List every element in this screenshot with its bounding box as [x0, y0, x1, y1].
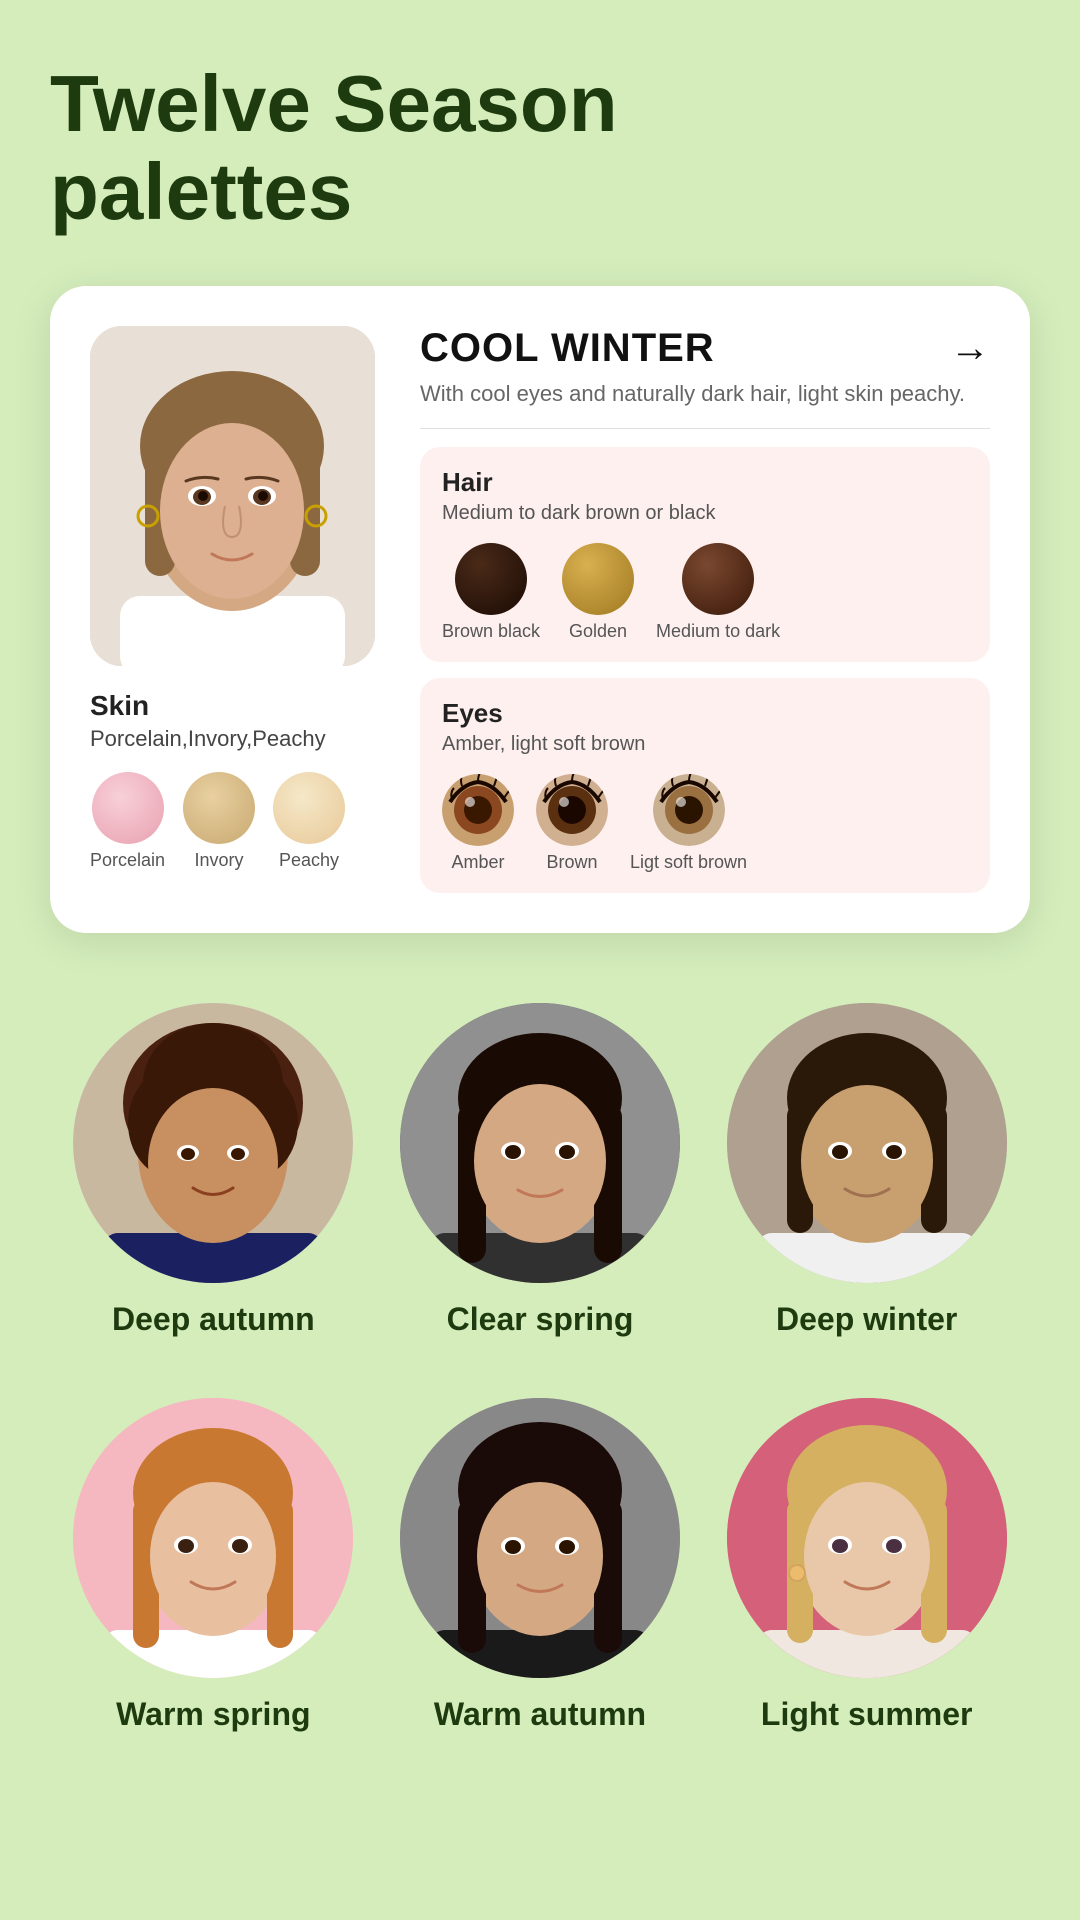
- hair-circle-brownblack: [455, 543, 527, 615]
- portrait-circle-warm-spring: [73, 1398, 353, 1678]
- hair-name-brownblack: Brown black: [442, 621, 540, 642]
- swatch-invory: Invory: [183, 772, 255, 871]
- hair-swatch-brownblack: Brown black: [442, 543, 540, 642]
- eyes-title: Eyes: [442, 698, 968, 729]
- portraits-row-1: Deep autumn: [50, 1003, 1030, 1338]
- eyes-attribute-card: Eyes Amber, light soft brown: [420, 678, 990, 893]
- card-right: COOL WINTER → With cool eyes and natural…: [420, 326, 990, 893]
- eye-circle-brown: [536, 774, 608, 846]
- hair-swatch-golden: Golden: [562, 543, 634, 642]
- portrait-warm-autumn[interactable]: Warm autumn: [377, 1398, 704, 1733]
- portrait-circle-light-summer: [727, 1398, 1007, 1678]
- eyes-subtitle: Amber, light soft brown: [442, 733, 968, 756]
- hair-attribute-card: Hair Medium to dark brown or black Brown…: [420, 447, 990, 662]
- portrait-light-summer[interactable]: Light summer: [703, 1398, 1030, 1733]
- season-card: Skin Porcelain,Invory,Peachy Porcelain I…: [50, 286, 1030, 933]
- swatch-circle-porcelain: [92, 772, 164, 844]
- skin-label: Skin: [90, 690, 149, 722]
- person-photo: [90, 326, 375, 666]
- portraits-row-2: Warm spring: [50, 1398, 1030, 1733]
- eye-swatch-lightbrown: Ligt soft brown: [630, 774, 747, 873]
- swatch-circle-peachy: [273, 772, 345, 844]
- portrait-clear-spring[interactable]: Clear spring: [377, 1003, 704, 1338]
- portrait-circle-warm-autumn: [400, 1398, 680, 1678]
- card-header: COOL WINTER →: [420, 326, 990, 371]
- eye-name-amber: Amber: [451, 852, 504, 873]
- eye-circle-amber: [442, 774, 514, 846]
- portrait-label-light-summer: Light summer: [761, 1696, 973, 1733]
- hair-name-golden: Golden: [569, 621, 627, 642]
- portrait-circle-clear-spring: [400, 1003, 680, 1283]
- swatch-peachy: Peachy: [273, 772, 345, 871]
- portrait-label-warm-spring: Warm spring: [116, 1696, 310, 1733]
- portrait-label-deep-winter: Deep winter: [776, 1301, 957, 1338]
- hair-swatches: Brown black Golden Medium to dark: [442, 543, 968, 642]
- arrow-icon[interactable]: →: [950, 326, 990, 371]
- portrait-deep-winter[interactable]: Deep winter: [703, 1003, 1030, 1338]
- portrait-label-clear-spring: Clear spring: [447, 1301, 634, 1338]
- portrait-deep-autumn[interactable]: Deep autumn: [50, 1003, 377, 1338]
- season-desc: With cool eyes and naturally dark hair, …: [420, 379, 990, 410]
- hair-title: Hair: [442, 467, 968, 498]
- hair-name-medium: Medium to dark: [656, 621, 780, 642]
- swatch-name-invory: Invory: [195, 850, 244, 871]
- hair-subtitle: Medium to dark brown or black: [442, 502, 968, 525]
- swatch-name-porcelain: Porcelain: [90, 850, 165, 871]
- portrait-label-warm-autumn: Warm autumn: [434, 1696, 646, 1733]
- hair-circle-golden: [562, 543, 634, 615]
- skin-swatches: Porcelain Invory Peachy: [90, 772, 345, 871]
- divider: [420, 428, 990, 429]
- eye-circle-lightbrown: [653, 774, 725, 846]
- card-left: Skin Porcelain,Invory,Peachy Porcelain I…: [90, 326, 390, 893]
- page-title: Twelve Season palettes: [50, 60, 1030, 236]
- portrait-circle-deep-winter: [727, 1003, 1007, 1283]
- swatch-name-peachy: Peachy: [279, 850, 339, 871]
- eye-name-brown: Brown: [546, 852, 597, 873]
- season-title: COOL WINTER: [420, 326, 715, 371]
- eye-name-lightbrown: Ligt soft brown: [630, 852, 747, 873]
- portrait-circle-deep-autumn: [73, 1003, 353, 1283]
- hair-swatch-medium: Medium to dark: [656, 543, 780, 642]
- hair-circle-medium: [682, 543, 754, 615]
- person-photo-svg: [90, 326, 375, 666]
- eye-swatch-brown: Brown: [536, 774, 608, 873]
- swatch-circle-invory: [183, 772, 255, 844]
- portrait-label-deep-autumn: Deep autumn: [112, 1301, 315, 1338]
- eye-swatch-amber: Amber: [442, 774, 514, 873]
- eyes-swatches: Amber: [442, 774, 968, 873]
- swatch-porcelain: Porcelain: [90, 772, 165, 871]
- portrait-warm-spring[interactable]: Warm spring: [50, 1398, 377, 1733]
- skin-sublabel: Porcelain,Invory,Peachy: [90, 726, 326, 752]
